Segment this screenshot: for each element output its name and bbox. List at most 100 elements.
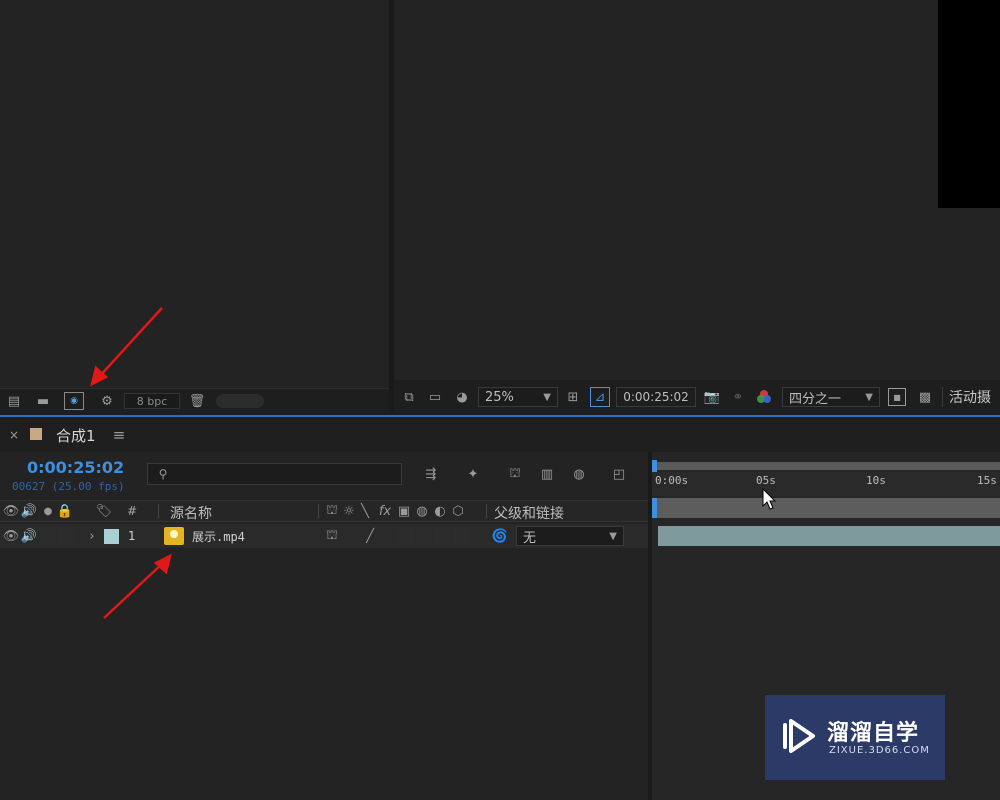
- transparency-grid-icon[interactable]: ▩: [916, 388, 934, 406]
- motion-blur-switch-icon: ◍: [416, 503, 428, 519]
- watermark: 溜溜自学 ZIXUE.3D66.COM: [765, 695, 945, 780]
- layer-switch-cell[interactable]: [452, 528, 468, 544]
- parent-value: 无: [523, 530, 537, 546]
- play-logo-icon: [783, 719, 815, 753]
- ruler-tick-label: 0:00s: [655, 474, 689, 487]
- always-preview-icon[interactable]: ⧉: [400, 389, 418, 405]
- timeline-tab-bar: × 合成1 ≡: [0, 418, 1000, 452]
- frame-blending-icon[interactable]: ▥: [536, 464, 558, 484]
- grid-icon[interactable]: ⊞: [564, 388, 582, 406]
- lock-icon[interactable]: 🔒: [57, 503, 73, 519]
- project-toolbar: ▤ ▬ ◉ ⚙ 8 bpc 🗑: [0, 388, 389, 413]
- frame-blend-switch-icon: ▣: [397, 503, 411, 519]
- active-panel-highlight: [0, 415, 1000, 417]
- layer-row[interactable]: 👁 🔊 › 1 展示.mp4 ⛫ ╱ 🌀 无 ▼: [0, 524, 648, 548]
- project-settings-icon[interactable]: ⚙: [96, 393, 118, 409]
- effects-switch-icon: fx: [378, 503, 392, 519]
- interpret-footage-icon[interactable]: ▤: [4, 393, 24, 409]
- 3d-layer-switch-icon: ⬡: [452, 503, 464, 519]
- layer-duration-bar[interactable]: [658, 526, 1000, 546]
- solo-icon[interactable]: ●: [42, 503, 54, 519]
- zoom-value: 25%: [485, 389, 514, 405]
- composition-label-color: [30, 428, 42, 440]
- project-panel[interactable]: [0, 0, 389, 390]
- shy-layers-icon[interactable]: ⛫: [504, 464, 526, 484]
- resolution-value: 四分之一: [789, 391, 842, 407]
- viewer-toolbar: ⧉ ▭ ◕ 25% ▼ ⊞ ⊿ 0:00:25:02 📷 ⚭ 四分之一 ▼ ■ …: [394, 382, 1000, 412]
- audio-icon[interactable]: 🔊: [21, 503, 37, 519]
- ruler-tick-label: 05s: [756, 474, 776, 487]
- pick-whip-icon[interactable]: 🌀: [492, 528, 508, 544]
- adjustment-switch-icon: ◐: [434, 503, 446, 519]
- layer-search-input[interactable]: ⚲: [147, 463, 402, 485]
- layer-panel: 0:00:25:02 00627 (25.00 fps) ⚲ ⇶ ✦ ⛫ ▥ ◍…: [0, 452, 648, 800]
- fast-preview-icon[interactable]: ■: [888, 388, 906, 406]
- watermark-brand: 溜溜自学: [827, 721, 920, 746]
- panel-menu-icon[interactable]: ≡: [112, 426, 126, 444]
- frame-info: 00627 (25.00 fps): [12, 480, 125, 493]
- time-ruler[interactable]: 0:00s 05s 10s 15s: [652, 472, 1000, 496]
- composition-mini-flowchart-icon[interactable]: ⇶: [420, 464, 442, 484]
- layer-label-color[interactable]: [104, 529, 119, 544]
- resolution-dropdown[interactable]: 四分之一 ▼: [782, 387, 880, 407]
- column-divider: [486, 504, 487, 518]
- chevron-down-icon: ▼: [609, 530, 617, 542]
- mask-icon[interactable]: ◕: [452, 389, 472, 405]
- chevron-down-icon: ▼: [543, 391, 551, 403]
- layer-shy-switch-icon[interactable]: ⛫: [324, 528, 340, 544]
- layer-switch-cell[interactable]: [416, 528, 432, 544]
- ruler-tick-label: 15s: [977, 474, 997, 487]
- layer-solo-toggle[interactable]: [40, 528, 56, 544]
- graph-editor-icon[interactable]: ◰: [608, 464, 630, 484]
- viewer-timecode[interactable]: 0:00:25:02: [616, 387, 696, 407]
- layer-switch-cell[interactable]: [434, 528, 450, 544]
- bit-depth-button[interactable]: 8 bpc: [124, 393, 180, 409]
- snapshot-icon[interactable]: 📷: [702, 389, 722, 405]
- channel-icon[interactable]: [754, 388, 774, 406]
- column-divider: [158, 504, 159, 518]
- motion-blur-icon[interactable]: ◍: [568, 464, 590, 484]
- work-area-bar[interactable]: [652, 462, 1000, 470]
- layer-switch-cell[interactable]: [398, 528, 414, 544]
- scroll-handle[interactable]: [216, 394, 264, 408]
- layer-column-header: 👁 🔊 ● 🔒 🏷 # 源名称 ⛫ ☼ ╲ fx ▣ ◍ ◐ ⬡ 父级和链接: [0, 500, 648, 522]
- new-composition-icon[interactable]: ◉: [64, 392, 84, 410]
- parent-dropdown[interactable]: 无 ▼: [516, 526, 624, 546]
- zoom-dropdown[interactable]: 25% ▼: [478, 387, 558, 407]
- layer-quality-switch-icon[interactable]: ╱: [362, 528, 378, 544]
- number-column-header: #: [127, 504, 138, 518]
- parent-link-header[interactable]: 父级和链接: [494, 503, 564, 523]
- region-of-interest-icon[interactable]: ⊿: [590, 387, 610, 407]
- layer-audio-icon[interactable]: 🔊: [21, 528, 37, 544]
- show-snapshot-icon[interactable]: ⚭: [728, 389, 748, 405]
- new-folder-icon[interactable]: ▬: [34, 393, 52, 409]
- composition-tab[interactable]: 合成1: [56, 425, 96, 446]
- trash-icon[interactable]: 🗑: [188, 393, 206, 409]
- quality-switch-icon: ╲: [361, 503, 369, 519]
- work-area-start-handle[interactable]: [652, 460, 657, 472]
- layer-visibility-icon[interactable]: 👁: [3, 528, 20, 544]
- ruler-tick-label: 10s: [866, 474, 886, 487]
- close-icon[interactable]: ×: [8, 428, 20, 442]
- layer-lock-toggle[interactable]: [58, 528, 74, 544]
- source-name-header[interactable]: 源名称: [170, 503, 212, 523]
- composition-viewer[interactable]: [394, 0, 1000, 380]
- chevron-down-icon: ▼: [865, 391, 873, 403]
- timeline-navigator[interactable]: [652, 498, 1000, 518]
- monitor-icon[interactable]: ▭: [426, 389, 444, 405]
- label-tag-icon[interactable]: 🏷: [96, 503, 113, 519]
- mouse-cursor-icon: [762, 488, 777, 510]
- chevron-right-icon[interactable]: ›: [86, 528, 98, 544]
- composition-canvas[interactable]: [938, 0, 1000, 208]
- search-icon: ⚲: [158, 467, 168, 481]
- column-divider: [318, 504, 319, 518]
- camera-dropdown[interactable]: 活动摄: [942, 387, 1000, 407]
- eye-icon[interactable]: 👁: [3, 503, 20, 519]
- current-time-indicator[interactable]: [652, 498, 657, 518]
- layer-number: 1: [128, 529, 136, 543]
- layer-source-name[interactable]: 展示.mp4: [192, 528, 245, 545]
- collapse-switch-icon: ☼: [343, 503, 355, 519]
- current-time-display[interactable]: 0:00:25:02: [27, 458, 124, 477]
- watermark-url: ZIXUE.3D66.COM: [829, 745, 930, 756]
- draft-3d-icon[interactable]: ✦: [462, 464, 484, 484]
